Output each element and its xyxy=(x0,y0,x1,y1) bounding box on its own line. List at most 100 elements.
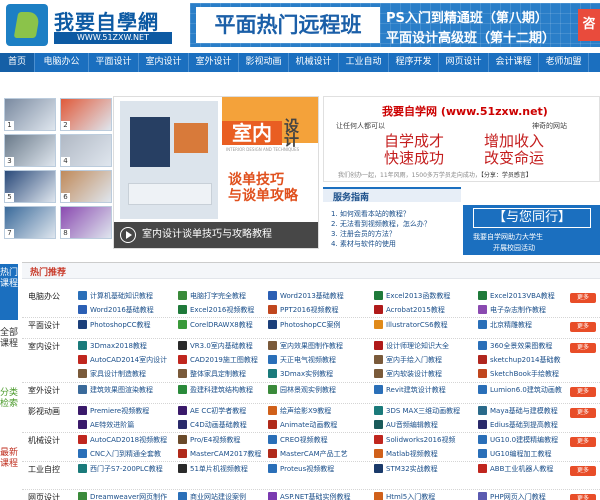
more-button[interactable]: 更多 xyxy=(570,387,596,397)
nav-item[interactable]: 室内设计 xyxy=(139,53,189,72)
nav-item[interactable]: 网页设计 xyxy=(439,53,489,72)
side-tab[interactable]: 最新课程 xyxy=(0,444,18,498)
course-link[interactable]: STM32实战教程 xyxy=(374,464,438,475)
slide-thumbnail[interactable]: 5 xyxy=(4,170,56,203)
course-link[interactable]: UG10.0建模精编教程 xyxy=(478,435,558,446)
course-link[interactable]: 整体家具定制教程 xyxy=(178,369,246,380)
nav-item[interactable]: 室外设计 xyxy=(189,53,239,72)
side-tab[interactable]: 热门课程 xyxy=(0,264,18,320)
course-link[interactable]: 园林景观实例教程 xyxy=(268,385,336,396)
service-guide-item[interactable]: 4. 素材与软件的使用 xyxy=(331,239,431,249)
nav-item[interactable]: 程序开发 xyxy=(389,53,439,72)
more-button[interactable]: 更多 xyxy=(570,437,596,447)
course-link[interactable]: Word2013基础教程 xyxy=(268,291,344,302)
course-link[interactable]: ABB工业机器人教程 xyxy=(478,464,553,475)
course-link[interactable]: ASP.NET基础实例教程 xyxy=(268,492,351,500)
more-button[interactable]: 更多 xyxy=(570,293,596,303)
course-link[interactable]: CAD2019施工图教程 xyxy=(178,355,258,366)
course-link[interactable]: Pro/E4视频教程 xyxy=(178,435,240,446)
more-button[interactable]: 更多 xyxy=(570,322,596,332)
course-category[interactable]: 电脑办公 xyxy=(28,291,60,302)
course-link[interactable]: Excel2013VBA教程 xyxy=(478,291,555,302)
course-link[interactable]: CorelDRAWX8教程 xyxy=(178,320,253,331)
course-link[interactable]: 绘声绘影X9教程 xyxy=(268,406,331,417)
course-link[interactable]: sketchup2014基础教 xyxy=(478,355,560,366)
course-link[interactable]: VR3.0室内基础教程 xyxy=(178,341,253,352)
side-tab[interactable]: 分类检索 xyxy=(0,384,18,440)
service-guide-item[interactable]: 3. 注册会员的方法？ xyxy=(331,229,431,239)
course-link[interactable]: MasterCAM产品工艺 xyxy=(268,449,348,460)
service-guide-item[interactable]: 1. 如何观看本站的教程？ xyxy=(331,209,431,219)
nav-item[interactable]: 平面设计 xyxy=(89,53,139,72)
nav-item[interactable]: 影视动画 xyxy=(239,53,289,72)
course-link[interactable]: 3Dmax实例教程 xyxy=(268,369,333,380)
course-link[interactable]: AutoCAD2018视频教程 xyxy=(78,435,167,446)
more-button[interactable]: 更多 xyxy=(570,408,596,418)
course-link[interactable]: 设计师理论知识大全 xyxy=(374,341,449,352)
course-link[interactable]: Animate动画教程 xyxy=(268,420,337,431)
course-link[interactable]: IllustratorCS6教程 xyxy=(374,320,448,331)
course-category[interactable]: 影视动画 xyxy=(28,406,60,417)
course-link[interactable]: PPT2016视频教程 xyxy=(268,305,339,316)
course-category[interactable]: 室内设计 xyxy=(28,341,60,352)
play-icon[interactable] xyxy=(120,227,136,243)
nav-item[interactable]: 电脑办公 xyxy=(35,53,89,72)
course-category[interactable]: 平面设计 xyxy=(28,320,60,331)
course-link[interactable]: 51单片机视频教程 xyxy=(178,464,248,475)
course-link[interactable]: 室内手绘入门教程 xyxy=(374,355,442,366)
more-button[interactable]: 更多 xyxy=(570,494,596,500)
featured-slide[interactable]: 室内 设计 INTERIOR DESIGN AND TECHNIQUES 谈单技… xyxy=(113,96,319,249)
nav-item[interactable]: 学习辅 xyxy=(589,53,600,72)
course-link[interactable]: 家具设计制造教程 xyxy=(78,369,146,380)
course-category[interactable]: 网页设计 xyxy=(28,492,60,500)
course-category[interactable]: 室外设计 xyxy=(28,385,60,396)
campus-activity-banner[interactable]: 【与您同行】 我要自学网助力大学生 开展校园活动 xyxy=(463,205,600,255)
course-link[interactable]: Solidworks2016视频 xyxy=(374,435,455,446)
slide-thumbnail[interactable]: 8 xyxy=(60,206,112,239)
course-link[interactable]: Proteus视频教程 xyxy=(268,464,334,475)
nav-item[interactable]: 机械设计 xyxy=(289,53,339,72)
course-link[interactable]: 电子杂志制作教程 xyxy=(478,305,546,316)
course-link[interactable]: C4D动画基础教程 xyxy=(178,420,247,431)
course-link[interactable]: SketchBook手绘教程 xyxy=(478,369,559,380)
course-link[interactable]: Matlab视频教程 xyxy=(374,449,438,460)
service-guide-item[interactable]: 2. 无法看到视频教程，怎么办？ xyxy=(331,219,431,229)
course-link[interactable]: 商业网站建设案例 xyxy=(178,492,246,500)
slide-thumbnail[interactable]: 7 xyxy=(4,206,56,239)
course-link[interactable]: Excel2013函数教程 xyxy=(374,291,450,302)
nav-item[interactable]: 工业自动 xyxy=(339,53,389,72)
slide-thumbnail[interactable]: 3 xyxy=(4,134,56,167)
testimonials-link[interactable]: 【分享：学员感言】 xyxy=(481,172,532,179)
course-link[interactable]: 360全景效果图教程 xyxy=(478,341,552,352)
course-link[interactable]: 盈建科建筑结构教程 xyxy=(178,385,253,396)
nav-item[interactable]: 会计课程 xyxy=(489,53,539,72)
course-link[interactable]: CREO视频教程 xyxy=(268,435,328,446)
site-logo[interactable]: 我要自學網 WWW.51ZXW.NET xyxy=(6,4,178,46)
course-link[interactable]: 3Dmax2018教程 xyxy=(78,341,147,352)
course-link[interactable]: Lumion6.0建筑动画教 xyxy=(478,385,562,396)
course-link[interactable]: AE特效进阶篇 xyxy=(78,420,134,431)
course-link[interactable]: PHP网页入门教程 xyxy=(478,492,546,500)
course-link[interactable]: 电脑打字完全教程 xyxy=(178,291,246,302)
course-link[interactable]: Html5入门教程 xyxy=(374,492,435,500)
course-link[interactable]: 计算机基础知识教程 xyxy=(78,291,153,302)
course-link[interactable]: 建筑效果图渲染教程 xyxy=(78,385,153,396)
course-link[interactable]: 室内效果图制作教程 xyxy=(268,341,343,352)
course-link[interactable]: Word2016基础教程 xyxy=(78,305,154,316)
course-link[interactable]: Premiere视频教程 xyxy=(78,406,149,417)
remote-class-banner[interactable]: 平面热门远程班 PS入门到精通班（第八期） 平面设计高级班（第十二期） 咨 xyxy=(190,3,600,47)
course-link[interactable]: PhotoshopCC案例 xyxy=(268,320,341,331)
course-link[interactable]: Maya基础与建模教程 xyxy=(478,406,558,417)
course-link[interactable]: 3DS MAX三维动画教程 xyxy=(374,406,460,417)
course-link[interactable]: 北京精雕教程 xyxy=(478,320,532,331)
consult-badge[interactable]: 咨 xyxy=(578,9,600,41)
course-link[interactable]: AU音频编辑教程 xyxy=(374,420,438,431)
more-button[interactable]: 更多 xyxy=(570,466,596,476)
course-link[interactable]: AE CC初学者教程 xyxy=(178,406,246,417)
course-link[interactable]: PhotoshopCC教程 xyxy=(78,320,151,331)
course-link[interactable]: Edius基础到提高教程 xyxy=(478,420,558,431)
course-link[interactable]: Revit建筑设计教程 xyxy=(374,385,446,396)
course-category[interactable]: 工业自控 xyxy=(28,464,60,475)
course-link[interactable]: CNC入门到精通全套教 xyxy=(78,449,161,460)
slide-thumbnail[interactable]: 1 xyxy=(4,98,56,131)
